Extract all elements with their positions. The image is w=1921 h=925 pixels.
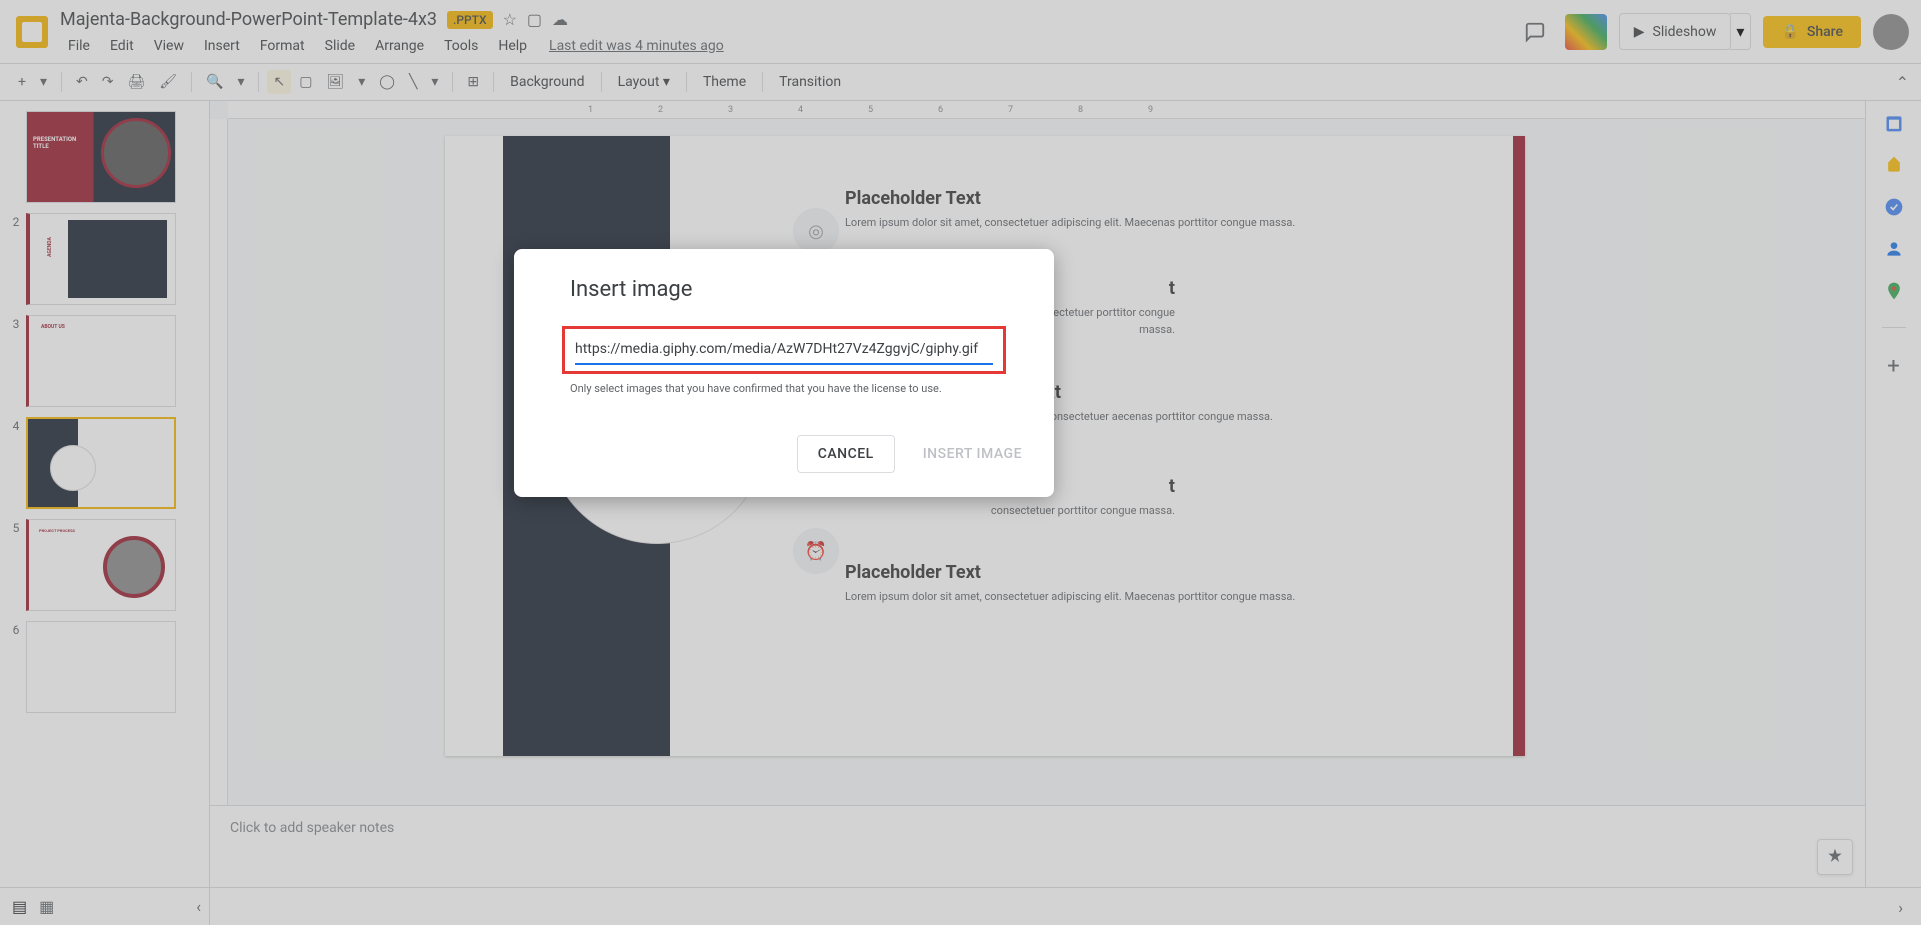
modal-title: Insert image (570, 277, 1026, 302)
modal-hint: Only select images that you have confirm… (570, 382, 1026, 395)
insert-image-modal: Insert image Only select images that you… (514, 249, 1054, 497)
image-url-input[interactable] (575, 335, 993, 365)
insert-image-button[interactable]: INSERT IMAGE (919, 436, 1026, 472)
url-input-highlight (562, 326, 1006, 374)
cancel-button[interactable]: CANCEL (797, 435, 895, 473)
